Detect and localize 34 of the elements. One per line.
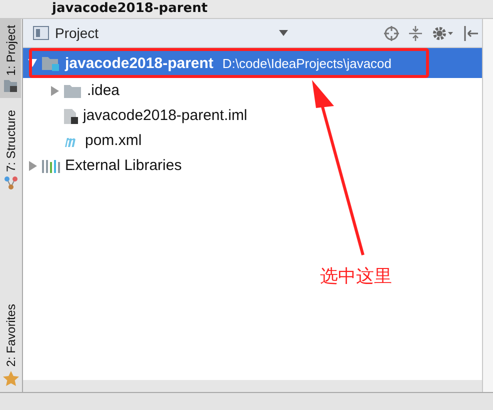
module-icon: [4, 80, 18, 92]
folder-icon: [64, 84, 82, 98]
star-icon: [2, 371, 18, 386]
collapse-icon[interactable]: [409, 26, 422, 40]
window-title: javacode2018-parent: [52, 1, 208, 17]
locate-icon[interactable]: [384, 26, 399, 40]
side-tab[interactable]: 2: Favorites: [0, 298, 21, 392]
annotation-text: 选中这里: [320, 265, 392, 288]
tree-label: javacode2018-parent.iml: [83, 107, 248, 124]
side-tab[interactable]: 7: Structure: [0, 104, 21, 196]
tree-label: pom.xml: [85, 132, 142, 149]
collapsed-arrow-icon[interactable]: [28, 160, 36, 170]
gear-icon[interactable]: [432, 26, 454, 40]
collapsed-arrow-icon[interactable]: [50, 86, 58, 96]
tree-label: javacode2018-parent: [65, 54, 214, 72]
tree-row[interactable]: External Libraries: [23, 153, 482, 178]
tree-row[interactable]: javacode2018-parent.iml: [23, 103, 482, 128]
tree-row[interactable]: javacode2018-parent D:\code\IdeaProjects\javacod: [23, 48, 482, 78]
module-folder-icon: [42, 56, 60, 70]
tree-row[interactable]: pom.xml: [23, 128, 482, 153]
structure-icon: [4, 176, 18, 190]
file-icon: [64, 107, 78, 124]
project-path: D:\code\IdeaProjects\javacod: [222, 56, 392, 70]
tree-label: External Libraries: [65, 157, 182, 174]
scrollbar[interactable]: [23, 380, 482, 392]
panel-title: Project: [55, 25, 99, 41]
tree-row[interactable]: .idea: [23, 78, 482, 103]
side-tab[interactable]: 1: Project: [0, 19, 21, 98]
libraries-icon: [42, 158, 60, 172]
tree-label: .idea: [87, 82, 120, 99]
project-view-icon: [33, 26, 49, 40]
hide-icon[interactable]: [464, 26, 478, 40]
expanded-arrow-icon[interactable]: [28, 58, 36, 68]
dropdown-icon[interactable]: [279, 30, 288, 36]
